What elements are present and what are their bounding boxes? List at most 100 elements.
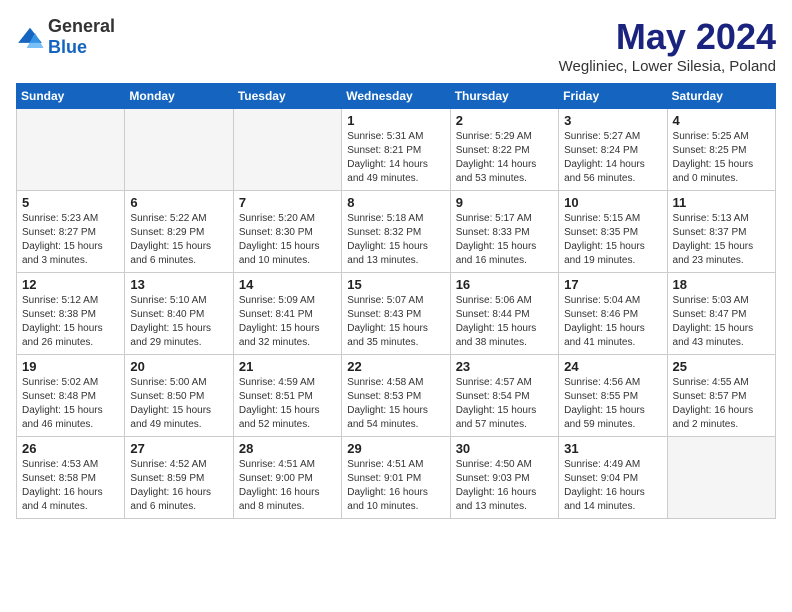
- day-info: Sunrise: 5:06 AM Sunset: 8:44 PM Dayligh…: [456, 294, 553, 350]
- calendar-week-row: 26 Sunrise: 4:53 AM Sunset: 8:58 PM Dayli…: [17, 437, 776, 519]
- calendar-cell: 28 Sunrise: 4:51 AM Sunset: 9:00 PM Dayli…: [233, 437, 341, 519]
- weekday-header: Wednesday: [342, 84, 450, 109]
- calendar-cell: 3 Sunrise: 5:27 AM Sunset: 8:24 PM Daylig…: [559, 109, 667, 191]
- day-number: 29: [347, 441, 444, 456]
- calendar-cell: 7Sunrise: 5:20 AM Sunset: 8:30 PM Daylig…: [233, 191, 341, 273]
- calendar-cell: 1 Sunrise: 5:31 AM Sunset: 8:21 PM Daylig…: [342, 109, 450, 191]
- calendar-cell: 18 Sunrise: 5:03 AM Sunset: 8:47 PM Dayli…: [667, 273, 775, 355]
- calendar-cell: 27 Sunrise: 4:52 AM Sunset: 8:59 PM Dayli…: [125, 437, 233, 519]
- day-info: Sunrise: 5:29 AM Sunset: 8:22 PM Dayligh…: [456, 130, 553, 186]
- day-number: 28: [239, 441, 336, 456]
- day-info: Sunrise: 4:58 AM Sunset: 8:53 PM Dayligh…: [347, 376, 444, 432]
- page-header: General Blue May 2024 Wegliniec, Lower S…: [16, 16, 776, 75]
- day-number: 16: [456, 277, 553, 292]
- logo-blue: Blue: [48, 37, 87, 57]
- day-info: Sunrise: 5:02 AM Sunset: 8:48 PM Dayligh…: [22, 376, 119, 432]
- logo-icon: [16, 26, 44, 48]
- calendar-cell: [17, 109, 125, 191]
- day-info: Sunrise: 5:13 AM Sunset: 8:37 PM Dayligh…: [673, 212, 770, 268]
- weekday-header: Sunday: [17, 84, 125, 109]
- day-number: 26: [22, 441, 119, 456]
- day-info: Sunrise: 5:20 AM Sunset: 8:30 PM Dayligh…: [239, 212, 336, 268]
- day-info: Sunrise: 5:10 AM Sunset: 8:40 PM Dayligh…: [130, 294, 227, 350]
- day-info: Sunrise: 4:56 AM Sunset: 8:55 PM Dayligh…: [564, 376, 661, 432]
- calendar-week-row: 1 Sunrise: 5:31 AM Sunset: 8:21 PM Daylig…: [17, 109, 776, 191]
- day-info: Sunrise: 4:52 AM Sunset: 8:59 PM Dayligh…: [130, 458, 227, 514]
- calendar-cell: 14 Sunrise: 5:09 AM Sunset: 8:41 PM Dayli…: [233, 273, 341, 355]
- day-info: Sunrise: 5:07 AM Sunset: 8:43 PM Dayligh…: [347, 294, 444, 350]
- day-number: 24: [564, 359, 661, 374]
- calendar: SundayMondayTuesdayWednesdayThursdayFrid…: [16, 83, 776, 519]
- day-number: 6: [130, 195, 227, 210]
- calendar-cell: 29 Sunrise: 4:51 AM Sunset: 9:01 PM Dayli…: [342, 437, 450, 519]
- weekday-header: Friday: [559, 84, 667, 109]
- day-number: 9: [456, 195, 553, 210]
- day-info: Sunrise: 4:51 AM Sunset: 9:01 PM Dayligh…: [347, 458, 444, 514]
- weekday-header-row: SundayMondayTuesdayWednesdayThursdayFrid…: [17, 84, 776, 109]
- month-title: May 2024: [559, 16, 776, 58]
- location: Wegliniec, Lower Silesia, Poland: [559, 58, 776, 75]
- calendar-cell: [125, 109, 233, 191]
- day-number: 18: [673, 277, 770, 292]
- calendar-week-row: 5 Sunrise: 5:23 AM Sunset: 8:27 PM Daylig…: [17, 191, 776, 273]
- logo-general: General: [48, 16, 115, 36]
- calendar-cell: 17Sunrise: 5:04 AM Sunset: 8:46 PM Dayli…: [559, 273, 667, 355]
- day-info: Sunrise: 4:51 AM Sunset: 9:00 PM Dayligh…: [239, 458, 336, 514]
- day-number: 30: [456, 441, 553, 456]
- day-info: Sunrise: 5:00 AM Sunset: 8:50 PM Dayligh…: [130, 376, 227, 432]
- calendar-cell: 6 Sunrise: 5:22 AM Sunset: 8:29 PM Daylig…: [125, 191, 233, 273]
- day-info: Sunrise: 5:23 AM Sunset: 8:27 PM Dayligh…: [22, 212, 119, 268]
- day-number: 17: [564, 277, 661, 292]
- calendar-cell: 26 Sunrise: 4:53 AM Sunset: 8:58 PM Dayli…: [17, 437, 125, 519]
- day-number: 14: [239, 277, 336, 292]
- day-info: Sunrise: 5:22 AM Sunset: 8:29 PM Dayligh…: [130, 212, 227, 268]
- calendar-cell: 5 Sunrise: 5:23 AM Sunset: 8:27 PM Daylig…: [17, 191, 125, 273]
- day-info: Sunrise: 5:15 AM Sunset: 8:35 PM Dayligh…: [564, 212, 661, 268]
- calendar-cell: 30 Sunrise: 4:50 AM Sunset: 9:03 PM Dayli…: [450, 437, 558, 519]
- day-info: Sunrise: 5:09 AM Sunset: 8:41 PM Dayligh…: [239, 294, 336, 350]
- day-number: 11: [673, 195, 770, 210]
- day-info: Sunrise: 5:17 AM Sunset: 8:33 PM Dayligh…: [456, 212, 553, 268]
- calendar-cell: 24 Sunrise: 4:56 AM Sunset: 8:55 PM Dayli…: [559, 355, 667, 437]
- weekday-header: Saturday: [667, 84, 775, 109]
- calendar-cell: 16 Sunrise: 5:06 AM Sunset: 8:44 PM Dayli…: [450, 273, 558, 355]
- day-info: Sunrise: 4:59 AM Sunset: 8:51 PM Dayligh…: [239, 376, 336, 432]
- calendar-cell: 9 Sunrise: 5:17 AM Sunset: 8:33 PM Daylig…: [450, 191, 558, 273]
- day-info: Sunrise: 5:18 AM Sunset: 8:32 PM Dayligh…: [347, 212, 444, 268]
- day-number: 5: [22, 195, 119, 210]
- day-info: Sunrise: 5:12 AM Sunset: 8:38 PM Dayligh…: [22, 294, 119, 350]
- day-number: 8: [347, 195, 444, 210]
- calendar-cell: 12 Sunrise: 5:12 AM Sunset: 8:38 PM Dayli…: [17, 273, 125, 355]
- day-number: 2: [456, 113, 553, 128]
- title-block: May 2024 Wegliniec, Lower Silesia, Polan…: [559, 16, 776, 75]
- day-info: Sunrise: 4:53 AM Sunset: 8:58 PM Dayligh…: [22, 458, 119, 514]
- day-number: 1: [347, 113, 444, 128]
- day-info: Sunrise: 5:27 AM Sunset: 8:24 PM Dayligh…: [564, 130, 661, 186]
- calendar-cell: 11 Sunrise: 5:13 AM Sunset: 8:37 PM Dayli…: [667, 191, 775, 273]
- logo: General Blue: [16, 16, 115, 58]
- day-number: 3: [564, 113, 661, 128]
- day-number: 10: [564, 195, 661, 210]
- weekday-header: Tuesday: [233, 84, 341, 109]
- day-info: Sunrise: 5:03 AM Sunset: 8:47 PM Dayligh…: [673, 294, 770, 350]
- day-number: 25: [673, 359, 770, 374]
- weekday-header: Thursday: [450, 84, 558, 109]
- day-info: Sunrise: 4:49 AM Sunset: 9:04 PM Dayligh…: [564, 458, 661, 514]
- day-number: 12: [22, 277, 119, 292]
- calendar-cell: 23 Sunrise: 4:57 AM Sunset: 8:54 PM Dayli…: [450, 355, 558, 437]
- day-number: 23: [456, 359, 553, 374]
- calendar-cell: 8 Sunrise: 5:18 AM Sunset: 8:32 PM Daylig…: [342, 191, 450, 273]
- calendar-cell: 31 Sunrise: 4:49 AM Sunset: 9:04 PM Dayli…: [559, 437, 667, 519]
- day-number: 4: [673, 113, 770, 128]
- calendar-cell: 20Sunrise: 5:00 AM Sunset: 8:50 PM Dayli…: [125, 355, 233, 437]
- calendar-cell: 13Sunrise: 5:10 AM Sunset: 8:40 PM Dayli…: [125, 273, 233, 355]
- day-number: 31: [564, 441, 661, 456]
- day-info: Sunrise: 4:50 AM Sunset: 9:03 PM Dayligh…: [456, 458, 553, 514]
- calendar-cell: 2 Sunrise: 5:29 AM Sunset: 8:22 PM Daylig…: [450, 109, 558, 191]
- day-number: 27: [130, 441, 227, 456]
- day-info: Sunrise: 4:57 AM Sunset: 8:54 PM Dayligh…: [456, 376, 553, 432]
- day-info: Sunrise: 5:31 AM Sunset: 8:21 PM Dayligh…: [347, 130, 444, 186]
- day-number: 21: [239, 359, 336, 374]
- calendar-cell: 4Sunrise: 5:25 AM Sunset: 8:25 PM Daylig…: [667, 109, 775, 191]
- day-number: 22: [347, 359, 444, 374]
